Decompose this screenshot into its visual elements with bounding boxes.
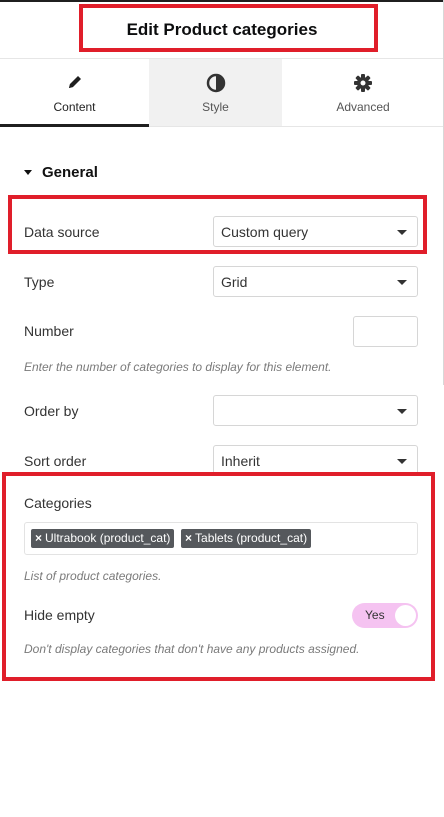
category-tag-label: Tablets (product_cat) xyxy=(195,531,308,545)
data-source-value: Custom query xyxy=(221,224,309,240)
chevron-down-icon xyxy=(397,280,407,285)
tab-advanced-label: Advanced xyxy=(336,100,390,114)
tab-advanced[interactable]: Advanced xyxy=(282,59,444,127)
page-title: Edit Product categories xyxy=(126,20,318,39)
tab-content[interactable]: Content xyxy=(0,59,149,127)
number-input[interactable] xyxy=(353,316,418,347)
order-by-label: Order by xyxy=(24,403,79,419)
remove-tag-icon[interactable]: × xyxy=(35,531,42,545)
hide-empty-help-text: Don't display categories that don't have… xyxy=(24,642,360,656)
gear-icon xyxy=(282,73,444,93)
tab-style-label: Style xyxy=(202,100,229,114)
chevron-down-icon xyxy=(397,459,407,464)
data-source-label: Data source xyxy=(24,224,100,240)
tab-bar: Content Style Advanced xyxy=(0,59,444,127)
categories-label: Categories xyxy=(24,495,92,511)
order-by-select[interactable] xyxy=(213,395,418,426)
sort-order-select[interactable]: Inherit xyxy=(213,445,418,476)
tab-content-label: Content xyxy=(53,100,96,114)
type-select[interactable]: Grid xyxy=(213,266,418,297)
number-help-text: Enter the number of categories to displa… xyxy=(24,360,332,374)
active-tab-indicator xyxy=(0,124,149,127)
category-tag: × Tablets (product_cat) xyxy=(181,529,312,548)
type-value: Grid xyxy=(221,274,248,290)
sort-order-label: Sort order xyxy=(24,453,87,469)
type-label: Type xyxy=(24,274,55,290)
categories-help-text: List of product categories. xyxy=(24,569,162,583)
tab-style[interactable]: Style xyxy=(149,59,282,127)
data-source-select[interactable]: Custom query xyxy=(213,216,418,247)
category-tag-label: Ultrabook (product_cat) xyxy=(45,531,171,545)
chevron-down-icon xyxy=(397,230,407,235)
section-general-toggle[interactable]: General xyxy=(24,164,98,181)
half-circle-icon xyxy=(149,73,282,93)
toggle-state-label: Yes xyxy=(365,608,385,622)
number-label: Number xyxy=(24,323,74,339)
panel-header: Edit Product categories xyxy=(0,2,444,59)
category-tag: × Ultrabook (product_cat) xyxy=(31,529,175,548)
pencil-icon xyxy=(0,73,149,93)
remove-tag-icon[interactable]: × xyxy=(185,531,192,545)
toggle-knob xyxy=(395,605,416,626)
hide-empty-label: Hide empty xyxy=(24,607,95,623)
sort-order-value: Inherit xyxy=(221,453,260,469)
caret-down-icon xyxy=(24,170,32,175)
section-title: General xyxy=(42,164,98,181)
hide-empty-toggle[interactable]: Yes xyxy=(352,603,418,628)
categories-tag-input[interactable]: × Ultrabook (product_cat) × Tablets (produ… xyxy=(24,522,418,555)
chevron-down-icon xyxy=(397,409,407,414)
